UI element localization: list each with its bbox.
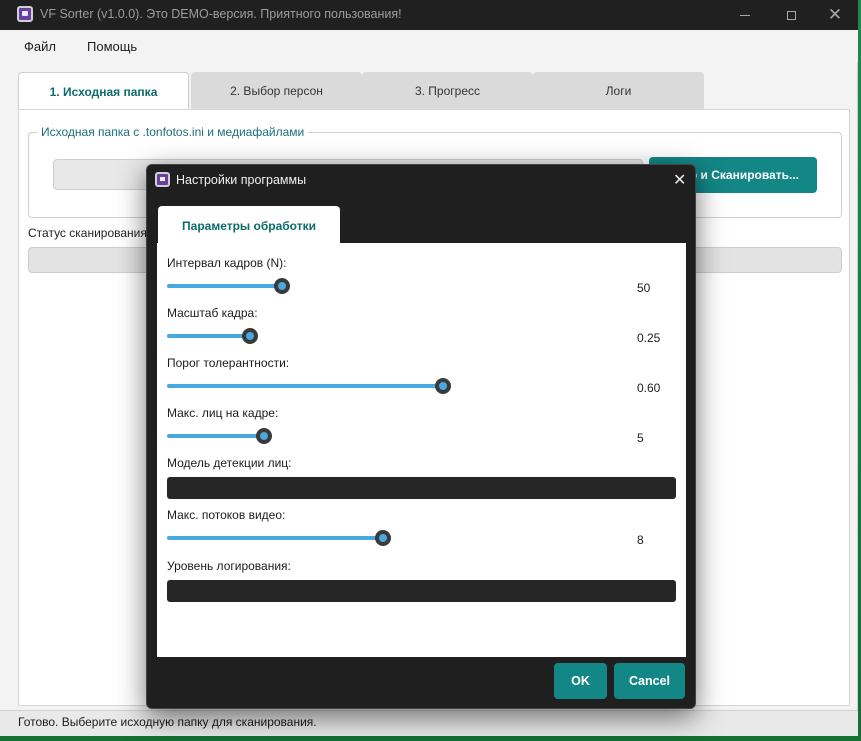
slider-track bbox=[167, 536, 383, 540]
tolerance-label: Порог толерантности: bbox=[167, 356, 290, 370]
tab-select-persons[interactable]: 2. Выбор персон bbox=[191, 72, 362, 110]
log-level-select[interactable] bbox=[167, 580, 676, 602]
app-logo-icon bbox=[155, 172, 170, 187]
face-model-select[interactable] bbox=[167, 477, 676, 499]
tab-processing-params[interactable]: Параметры обработки bbox=[158, 206, 340, 244]
minimize-button[interactable] bbox=[722, 0, 768, 30]
tab-logs[interactable]: Логи bbox=[533, 72, 704, 110]
menu-file[interactable]: Файл bbox=[24, 39, 56, 54]
slider-track bbox=[167, 284, 282, 288]
max-faces-value: 5 bbox=[637, 431, 644, 445]
ok-button[interactable]: OK bbox=[554, 663, 607, 699]
slider-track bbox=[167, 384, 443, 388]
slider-handle[interactable] bbox=[435, 378, 451, 394]
frame-interval-slider[interactable] bbox=[167, 277, 627, 295]
frame-scale-slider[interactable] bbox=[167, 327, 627, 345]
tab-progress[interactable]: 3. Прогресс bbox=[362, 72, 533, 110]
processing-params-panel: Интервал кадров (N): 50 Масштаб кадра: 0… bbox=[157, 243, 686, 657]
window-title: VF Sorter (v1.0.0). Это DEMO-версия. При… bbox=[40, 7, 402, 21]
title-bar: VF Sorter (v1.0.0). Это DEMO-версия. При… bbox=[0, 0, 858, 30]
log-level-label: Уровень логирования: bbox=[167, 559, 291, 573]
slider-track bbox=[167, 434, 264, 438]
frame-interval-value: 50 bbox=[637, 281, 651, 295]
max-threads-slider[interactable] bbox=[167, 529, 627, 547]
slider-handle[interactable] bbox=[242, 328, 258, 344]
close-button[interactable]: ✕ bbox=[812, 0, 858, 30]
slider-handle[interactable] bbox=[256, 428, 272, 444]
slider-handle[interactable] bbox=[274, 278, 290, 294]
tolerance-value: 0.60 bbox=[637, 381, 661, 395]
cancel-button[interactable]: Cancel bbox=[614, 663, 685, 699]
menu-help[interactable]: Помощь bbox=[87, 39, 137, 54]
status-bar-text: Готово. Выберите исходную папку для скан… bbox=[0, 710, 858, 736]
minimize-icon bbox=[740, 14, 750, 16]
max-faces-label: Макс. лиц на кадре: bbox=[167, 406, 279, 420]
face-model-label: Модель детекции лиц: bbox=[167, 456, 292, 470]
max-threads-label: Макс. потоков видео: bbox=[167, 508, 286, 522]
maximize-button[interactable] bbox=[768, 0, 814, 30]
max-threads-value: 8 bbox=[637, 533, 644, 547]
tolerance-slider[interactable] bbox=[167, 377, 627, 395]
menu-bar: Файл Помощь bbox=[0, 30, 858, 62]
max-faces-slider[interactable] bbox=[167, 427, 627, 445]
dialog-title-bar: Настройки программы ✕ bbox=[147, 165, 695, 195]
frame-scale-value: 0.25 bbox=[637, 331, 661, 345]
app-logo-icon bbox=[17, 6, 33, 22]
frame-interval-label: Интервал кадров (N): bbox=[167, 256, 287, 270]
scan-status-label: Статус сканирования: bbox=[28, 226, 151, 240]
group-title: Исходная папка с .tonfotos.ini и медиафа… bbox=[37, 125, 309, 139]
slider-handle[interactable] bbox=[375, 530, 391, 546]
dialog-close-icon[interactable]: ✕ bbox=[673, 170, 686, 190]
settings-dialog: Настройки программы ✕ Параметры обработк… bbox=[146, 164, 696, 709]
slider-track bbox=[167, 334, 250, 338]
dialog-title: Настройки программы bbox=[176, 173, 307, 187]
frame-scale-label: Масштаб кадра: bbox=[167, 306, 258, 320]
tab-source-folder[interactable]: 1. Исходная папка bbox=[18, 72, 189, 110]
maximize-icon bbox=[786, 10, 796, 20]
